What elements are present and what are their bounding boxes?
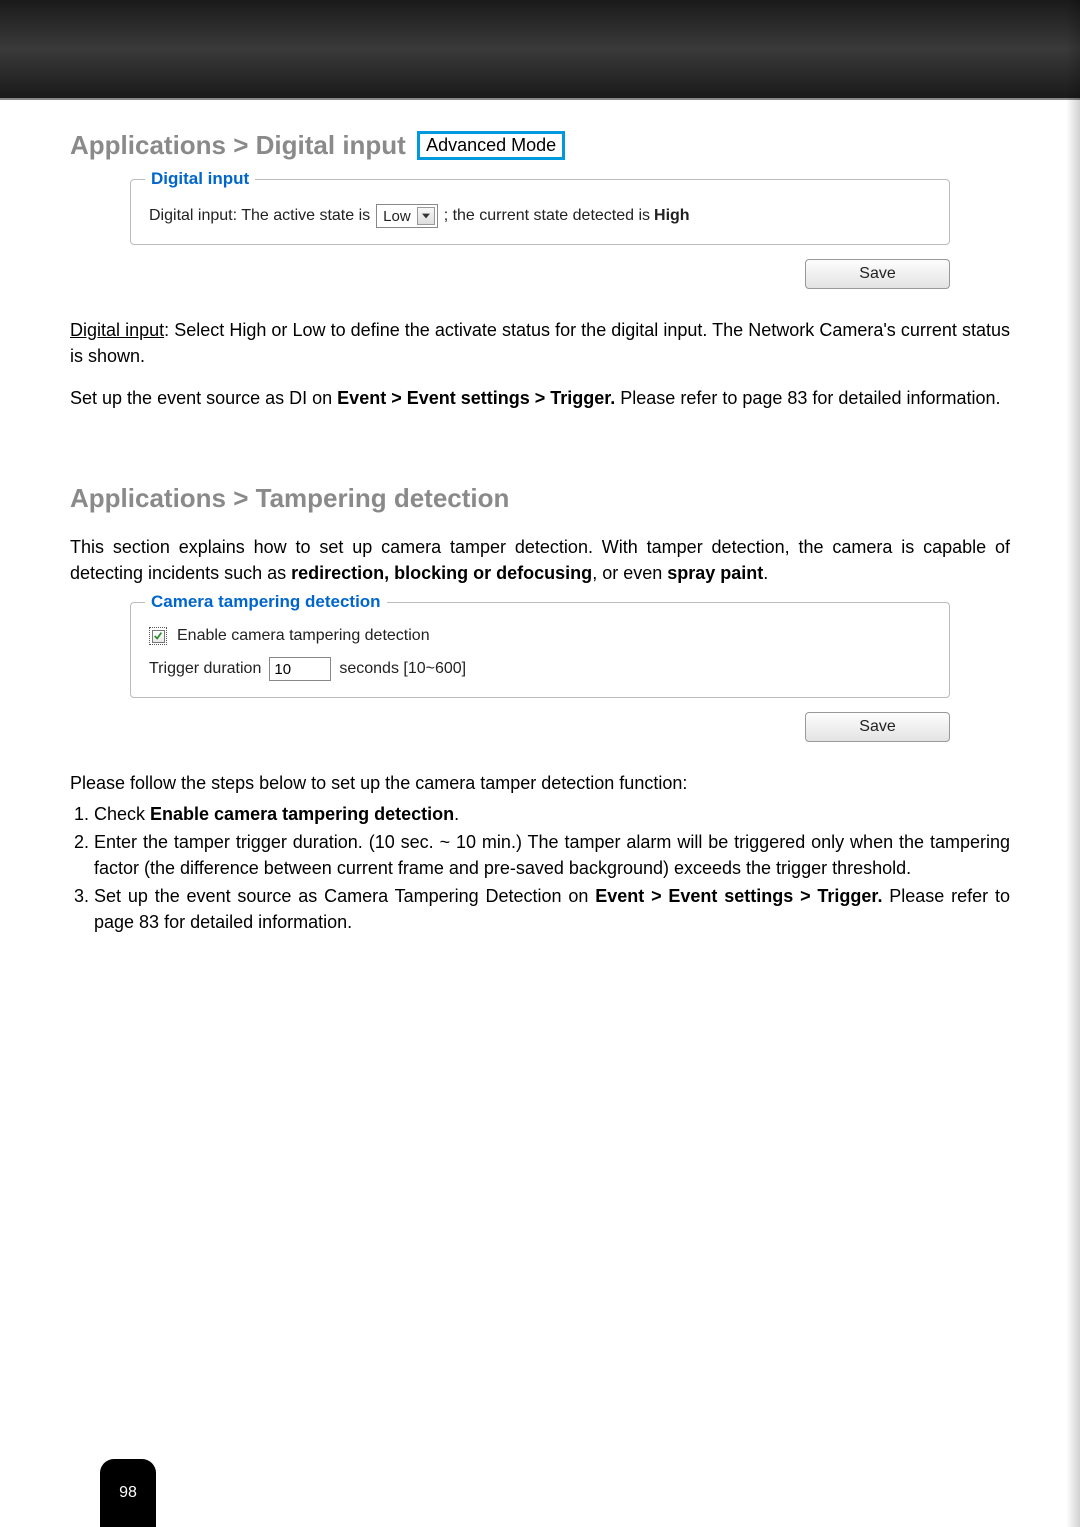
di-desc-2b: Event > Event settings > Trigger.	[337, 388, 615, 408]
di-label-mid: ; the current state detected is	[444, 207, 650, 225]
tamper-intro-b: redirection, blocking or defocusing	[291, 563, 592, 583]
trigger-suffix: seconds [10~600]	[339, 660, 466, 678]
save-button-1[interactable]: Save	[805, 259, 950, 289]
di-underline: Digital input	[70, 320, 164, 340]
step3-a: Set up the event source as Camera Tamper…	[94, 886, 595, 906]
section1-heading-text: Applications > Digital input	[70, 130, 406, 160]
step1-c: .	[454, 804, 459, 824]
trigger-label: Trigger duration	[149, 660, 261, 678]
section2-heading: Applications > Tampering detection	[70, 483, 1010, 514]
save-row-1: Save	[130, 259, 950, 289]
digital-input-legend: Digital input	[145, 169, 255, 189]
steps-list: Check Enable camera tampering detection.…	[70, 801, 1010, 935]
page-number-tab: 98	[100, 1459, 156, 1527]
di-label-prefix: Digital input: The active state is	[149, 207, 370, 225]
di-description-2: Set up the event source as DI on Event >…	[70, 385, 1010, 411]
step-2: Enter the tamper trigger duration. (10 s…	[94, 829, 1010, 881]
current-state-value: High	[654, 207, 690, 225]
page-number: 98	[119, 1484, 137, 1502]
di-desc-2c: Please refer to page 83 for detailed inf…	[615, 388, 1000, 408]
di-desc-1b: : Select High or Low to define the activ…	[70, 320, 1010, 366]
step-3: Set up the event source as Camera Tamper…	[94, 883, 1010, 935]
digital-input-row: Digital input: The active state is Low ;…	[149, 204, 931, 228]
save-row-2: Save	[130, 712, 950, 742]
step1-b: Enable camera tampering detection	[150, 804, 454, 824]
page-content: Applications > Digital input Advanced Mo…	[0, 100, 1080, 935]
tamper-intro: This section explains how to set up came…	[70, 534, 1010, 586]
check-icon	[152, 630, 165, 643]
active-state-select[interactable]: Low	[376, 204, 438, 228]
digital-input-fieldset: Digital input Digital input: The active …	[130, 179, 950, 245]
active-state-value: Low	[383, 208, 411, 225]
page-shadow	[1066, 0, 1080, 1527]
tamper-intro-c: , or even	[592, 563, 667, 583]
advanced-mode-badge: Advanced Mode	[417, 131, 565, 160]
trigger-duration-input[interactable]	[269, 657, 331, 681]
trigger-duration-row: Trigger duration seconds [10~600]	[149, 657, 931, 681]
section1-heading: Applications > Digital input Advanced Mo…	[70, 130, 1010, 161]
di-desc-2a: Set up the event source as DI on	[70, 388, 337, 408]
tamper-intro-e: .	[763, 563, 768, 583]
step3-b: Event > Event settings > Trigger.	[595, 886, 882, 906]
tamper-fieldset: Camera tampering detection Enable camera…	[130, 602, 950, 698]
steps-intro: Please follow the steps below to set up …	[70, 770, 1010, 796]
enable-tamper-checkbox[interactable]	[149, 627, 167, 645]
tamper-legend: Camera tampering detection	[145, 592, 387, 612]
step-1: Check Enable camera tampering detection.	[94, 801, 1010, 827]
enable-tamper-label: Enable camera tampering detection	[177, 627, 430, 645]
top-banner	[0, 0, 1080, 100]
save-button-2[interactable]: Save	[805, 712, 950, 742]
step1-a: Check	[94, 804, 150, 824]
tamper-intro-d: spray paint	[667, 563, 763, 583]
tamper-enable-row: Enable camera tampering detection	[149, 627, 931, 645]
di-description-1: Digital input: Select High or Low to def…	[70, 317, 1010, 369]
chevron-down-icon	[417, 207, 435, 225]
